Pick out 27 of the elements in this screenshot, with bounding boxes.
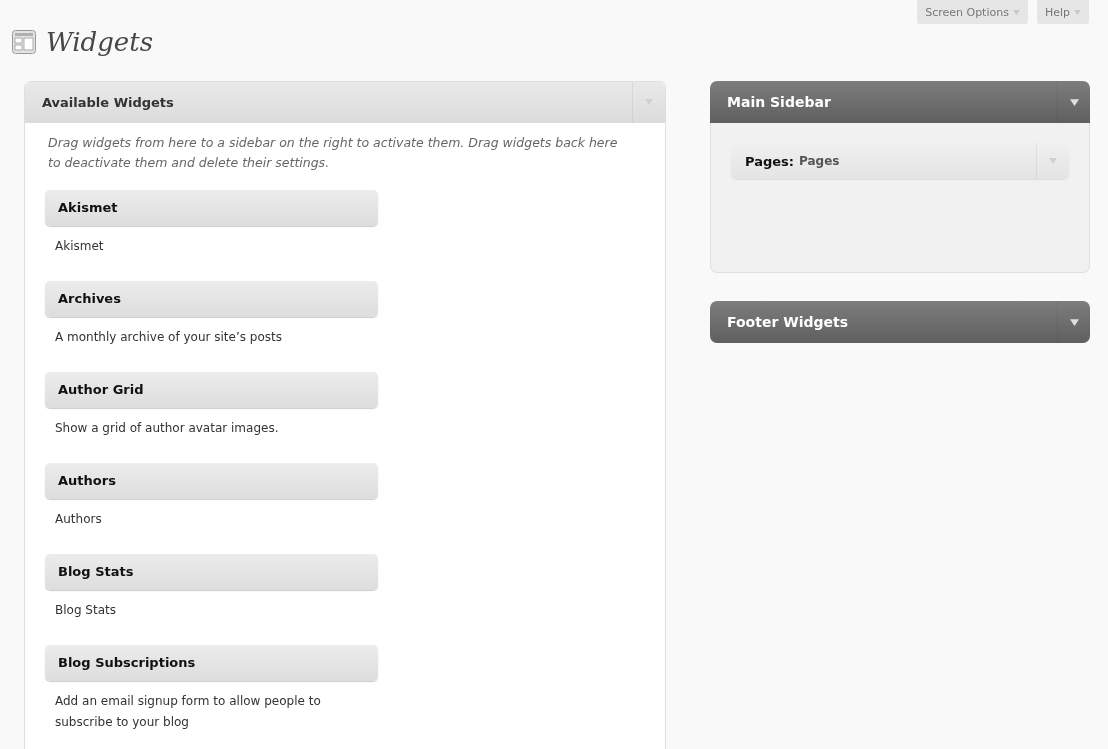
widget-handle[interactable]: Blog Stats xyxy=(45,554,378,590)
panel-description: Drag widgets from here to a sidebar on the right to activate them. Drag widgets back here to deactivate them and delete their settings. xyxy=(48,134,619,172)
caret-icon xyxy=(1074,10,1081,15)
header-tab-button[interactable]: Screen Options xyxy=(917,0,1028,24)
caret-icon[interactable] xyxy=(1069,98,1079,106)
widgets-icon xyxy=(12,30,36,54)
sidebar-header[interactable]: Footer Widgets xyxy=(710,301,1090,343)
sidebar-widget[interactable]: Pages: Pages xyxy=(731,143,1069,179)
widget-title: Pages xyxy=(798,154,841,168)
widget-handle[interactable]: Authors xyxy=(45,463,378,499)
widget-handle[interactable]: Akismet xyxy=(45,190,378,226)
widget-name: Pages: xyxy=(744,153,794,169)
widget-description: Authors xyxy=(55,511,103,528)
widget-handle[interactable]: Author Grid xyxy=(45,372,378,408)
widget-description: Show a grid of author avatar images. xyxy=(55,420,280,437)
widget-description: Blog Stats xyxy=(55,602,117,619)
caret-icon[interactable] xyxy=(1069,318,1079,326)
caret-icon xyxy=(1012,10,1020,15)
widget-description: Akismet xyxy=(55,238,105,255)
page-title: Widgets xyxy=(46,27,154,57)
header-tab-button[interactable]: Help xyxy=(1036,0,1089,24)
widget-handle[interactable]: Archives xyxy=(45,281,378,317)
widget-description: Add an email signup form to allow people to subscribe to your blog xyxy=(55,693,322,731)
sidebar-header[interactable]: Main Sidebar xyxy=(710,81,1090,123)
panel-title: Available Widgets xyxy=(41,94,175,110)
widget-description: A monthly archive of your site’s posts xyxy=(55,329,283,346)
widget-handle[interactable]: Blog Subscriptions xyxy=(45,645,378,681)
